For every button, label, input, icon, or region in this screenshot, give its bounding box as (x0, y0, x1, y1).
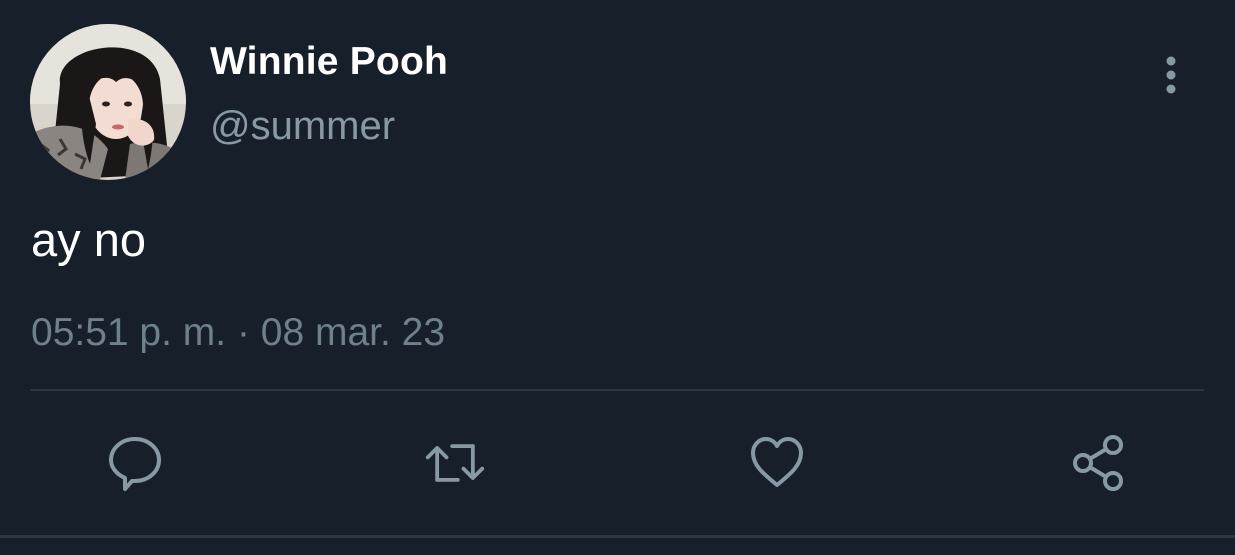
avatar-image (30, 24, 186, 180)
display-name[interactable]: Winnie Pooh (210, 40, 448, 84)
divider (30, 389, 1204, 391)
heart-icon (751, 437, 803, 487)
more-options-button[interactable] (1150, 52, 1194, 98)
avatar[interactable] (30, 24, 186, 180)
username-handle[interactable]: @summer (210, 104, 395, 149)
share-icon (1073, 435, 1123, 491)
reply-button[interactable] (104, 432, 166, 494)
more-vertical-icon (1166, 56, 1176, 94)
share-button[interactable] (1068, 432, 1130, 494)
tweet-text: ay no (31, 213, 146, 266)
reply-icon (109, 437, 161, 491)
retweet-button[interactable] (424, 432, 486, 494)
tweet-detail: Winnie Pooh @summer ay no 05:51 p. m. · … (0, 0, 1235, 555)
like-button[interactable] (746, 432, 808, 494)
bottom-divider (0, 535, 1235, 538)
tweet-timestamp: 05:51 p. m. · 08 mar. 23 (31, 311, 446, 354)
retweet-icon (425, 444, 485, 482)
